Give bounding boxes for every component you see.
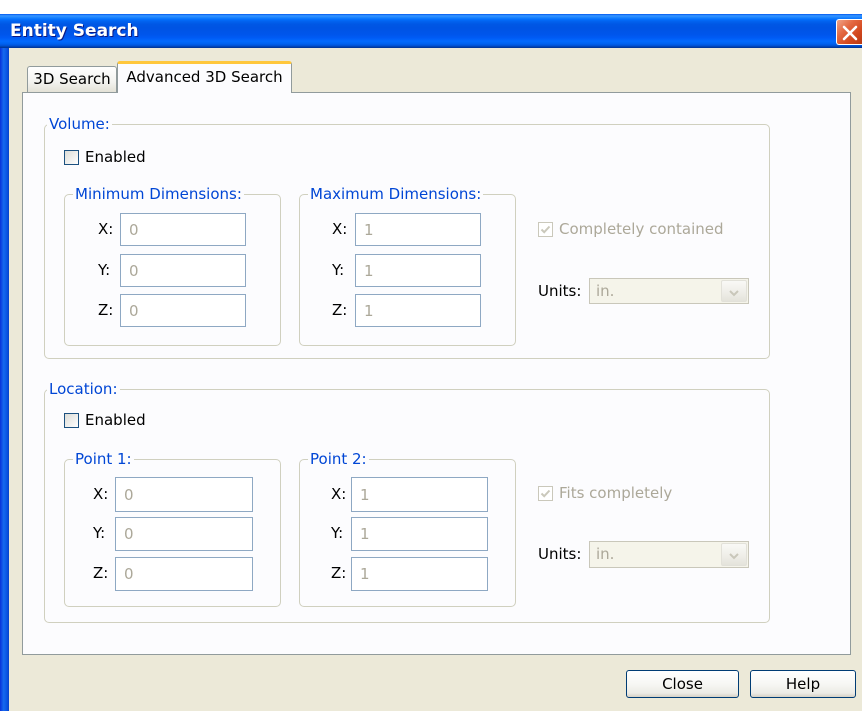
close-button[interactable]: Close: [626, 670, 739, 698]
minimum-dimensions-group: Minimum Dimensions: X: Y: Z:: [64, 185, 281, 346]
location-enabled-label[interactable]: Enabled: [85, 411, 146, 429]
volume-enabled-label[interactable]: Enabled: [85, 148, 146, 166]
point1-x-label: X:: [93, 485, 109, 503]
location-enabled-checkbox[interactable]: [64, 413, 79, 428]
point1-x-input[interactable]: [115, 477, 253, 512]
max-z-label: Z:: [332, 301, 348, 319]
tab-panel-advanced-3d-search: Volume: Enabled Minimum Dimensions: X: Y…: [22, 92, 851, 655]
point2-y-label: Y:: [331, 524, 344, 542]
point2-y-input[interactable]: [351, 517, 488, 551]
point2-x-label: X:: [331, 485, 347, 503]
volume-group-title: Volume:: [47, 115, 112, 133]
maximum-dimensions-title: Maximum Dimensions:: [308, 185, 484, 203]
point1-group: Point 1: X: Y: Z:: [64, 450, 281, 607]
volume-units-select[interactable]: in.: [589, 278, 749, 304]
completely-contained-checkbox[interactable]: [538, 222, 553, 237]
point1-z-input[interactable]: [115, 557, 253, 591]
help-button[interactable]: Help: [750, 670, 856, 698]
dialog-body: 3D Search Advanced 3D Search Volume: Ena…: [9, 48, 862, 711]
max-y-label: Y:: [332, 261, 345, 279]
location-units-select[interactable]: in.: [589, 541, 749, 568]
location-group: Location: Enabled Point 1: X: Y: Z:: [44, 380, 770, 623]
minimum-dimensions-title: Minimum Dimensions:: [73, 185, 244, 203]
point2-z-label: Z:: [331, 564, 347, 582]
point2-x-input[interactable]: [351, 477, 488, 512]
checkmark-icon: [540, 225, 551, 234]
top-strip: [0, 0, 862, 14]
window-title: Entity Search: [10, 21, 139, 41]
screen: Entity Search 3D Search Advanced 3D Sear…: [0, 0, 862, 711]
entity-search-window: Entity Search 3D Search Advanced 3D Sear…: [0, 14, 862, 711]
volume-units-value: in.: [596, 282, 615, 300]
completely-contained-label[interactable]: Completely contained: [559, 220, 724, 238]
min-y-label: Y:: [98, 261, 111, 279]
tab-3d-search[interactable]: 3D Search: [27, 66, 117, 92]
fits-completely-label[interactable]: Fits completely: [559, 484, 672, 502]
tab-advanced-3d-search[interactable]: Advanced 3D Search: [117, 61, 292, 93]
location-units-label: Units:: [538, 545, 582, 563]
checkmark-icon: [540, 489, 551, 498]
chevron-down-icon: [729, 553, 739, 560]
close-icon: [842, 25, 858, 41]
location-group-title: Location:: [47, 380, 120, 398]
maximum-dimensions-group: Maximum Dimensions: X: Y: Z:: [299, 185, 516, 346]
point2-z-input[interactable]: [351, 557, 488, 591]
max-y-input[interactable]: [355, 254, 481, 287]
point2-title: Point 2:: [308, 450, 369, 468]
window-close-button[interactable]: [836, 19, 862, 45]
max-z-input[interactable]: [355, 294, 481, 327]
location-units-dropdown-button[interactable]: [721, 543, 747, 566]
location-units-value: in.: [596, 545, 615, 563]
point1-title: Point 1:: [73, 450, 134, 468]
volume-group: Volume: Enabled Minimum Dimensions: X: Y…: [44, 115, 770, 359]
min-x-input[interactable]: [120, 213, 246, 246]
min-z-label: Z:: [98, 301, 114, 319]
max-x-label: X:: [332, 220, 348, 238]
window-left-border: [0, 48, 9, 711]
point1-y-input[interactable]: [115, 517, 253, 551]
chevron-down-icon: [729, 290, 739, 297]
point1-z-label: Z:: [93, 564, 109, 582]
volume-units-dropdown-button[interactable]: [721, 280, 747, 302]
min-y-input[interactable]: [120, 254, 246, 287]
min-x-label: X:: [98, 220, 114, 238]
volume-units-label: Units:: [538, 282, 582, 300]
point2-group: Point 2: X: Y: Z:: [299, 450, 516, 607]
max-x-input[interactable]: [355, 213, 481, 246]
fits-completely-checkbox[interactable]: [538, 486, 553, 501]
min-z-input[interactable]: [120, 294, 246, 327]
point1-y-label: Y:: [93, 524, 106, 542]
title-bar[interactable]: Entity Search: [0, 14, 862, 48]
volume-enabled-checkbox[interactable]: [64, 150, 79, 165]
